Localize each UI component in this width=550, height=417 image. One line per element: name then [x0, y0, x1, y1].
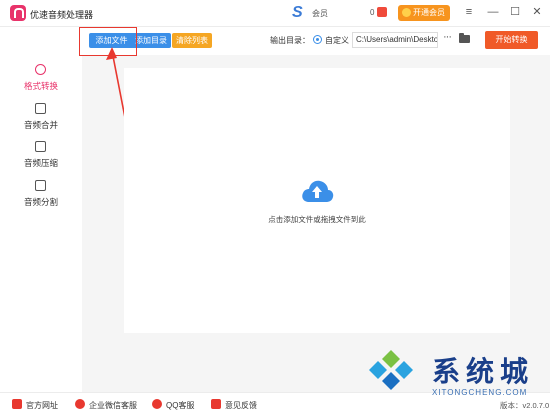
app-logo-icon — [10, 5, 26, 21]
website-link[interactable]: 官方网址 — [26, 400, 58, 411]
feedback-icon — [211, 399, 221, 409]
maximize-icon[interactable]: ☐ — [508, 5, 522, 19]
toolbar: 添加文件 添加目录 清除列表 输出目录： 自定义 C:\Users\admin\… — [82, 27, 550, 55]
refresh-icon — [35, 64, 46, 75]
open-vip-button[interactable]: 开通会员 — [398, 5, 450, 21]
crown-icon — [402, 8, 411, 17]
compress-icon — [35, 141, 46, 152]
drop-hint-text: 点击添加文件或拖拽文件到此 — [268, 215, 366, 224]
sidebar-item-label: 音频分割 — [23, 197, 58, 207]
custom-radio[interactable] — [313, 35, 322, 44]
watermark-subtext: XITONGCHENG.COM — [432, 388, 528, 397]
wechat-icon — [75, 399, 85, 409]
output-dir-label: 输出目录： — [270, 36, 310, 45]
start-convert-button[interactable]: 开始转换 — [485, 31, 538, 49]
sidebar-item-label: 格式转换 — [23, 81, 58, 91]
sidebar-item-audio-split[interactable]: 音频分割 — [0, 180, 82, 218]
coupon-icon[interactable] — [377, 7, 387, 17]
sidebar-item-label: 音频合并 — [23, 120, 58, 130]
app-title: 优速音频处理器 — [30, 10, 94, 20]
split-icon — [35, 180, 46, 191]
coupon-count: 0 — [370, 8, 375, 17]
open-vip-label: 开通会员 — [413, 8, 445, 17]
merge-icon — [35, 103, 46, 114]
close-icon[interactable]: ✕ — [530, 5, 544, 19]
sidebar-item-format-convert[interactable]: 格式转换 — [0, 64, 82, 102]
version-text: 版本：v2.0.7.0 — [500, 401, 550, 410]
file-drop-area[interactable]: 点击添加文件或拖拽文件到此 — [124, 68, 510, 333]
member-text[interactable]: 会员 — [312, 8, 328, 19]
qq-service-link[interactable]: QQ客服 — [166, 400, 194, 411]
sidebar-item-audio-compress[interactable]: 音频压缩 — [0, 141, 82, 179]
sidebar-item-audio-merge[interactable]: 音频合并 — [0, 103, 82, 141]
more-options-button[interactable]: ··· — [443, 31, 452, 43]
clear-list-button[interactable]: 清除列表 — [172, 33, 212, 48]
folder-icon[interactable] — [459, 33, 470, 43]
sidebar-item-label: 音频压缩 — [23, 158, 58, 168]
menu-icon[interactable]: ≡ — [462, 5, 476, 19]
sidebar: 格式转换 音频合并 音频压缩 音频分割 — [0, 27, 82, 392]
watermark-text: 系统城 — [432, 355, 535, 388]
custom-radio-label: 自定义 — [325, 36, 349, 45]
qq-icon — [152, 399, 162, 409]
title-bar: 优速音频处理器 S 会员 0 开通会员 ≡ — ☐ ✕ — [0, 0, 550, 27]
output-path-field[interactable]: C:\Users\admin\Deskto — [352, 32, 438, 48]
brand-s-icon: S — [292, 4, 303, 21]
website-icon — [12, 399, 22, 409]
feedback-link[interactable]: 意见反馈 — [225, 400, 257, 411]
wechat-service-link[interactable]: 企业微信客服 — [89, 400, 137, 411]
cloud-upload-icon — [302, 180, 334, 202]
watermark-logo-icon — [369, 350, 413, 390]
minimize-icon[interactable]: — — [486, 5, 500, 19]
